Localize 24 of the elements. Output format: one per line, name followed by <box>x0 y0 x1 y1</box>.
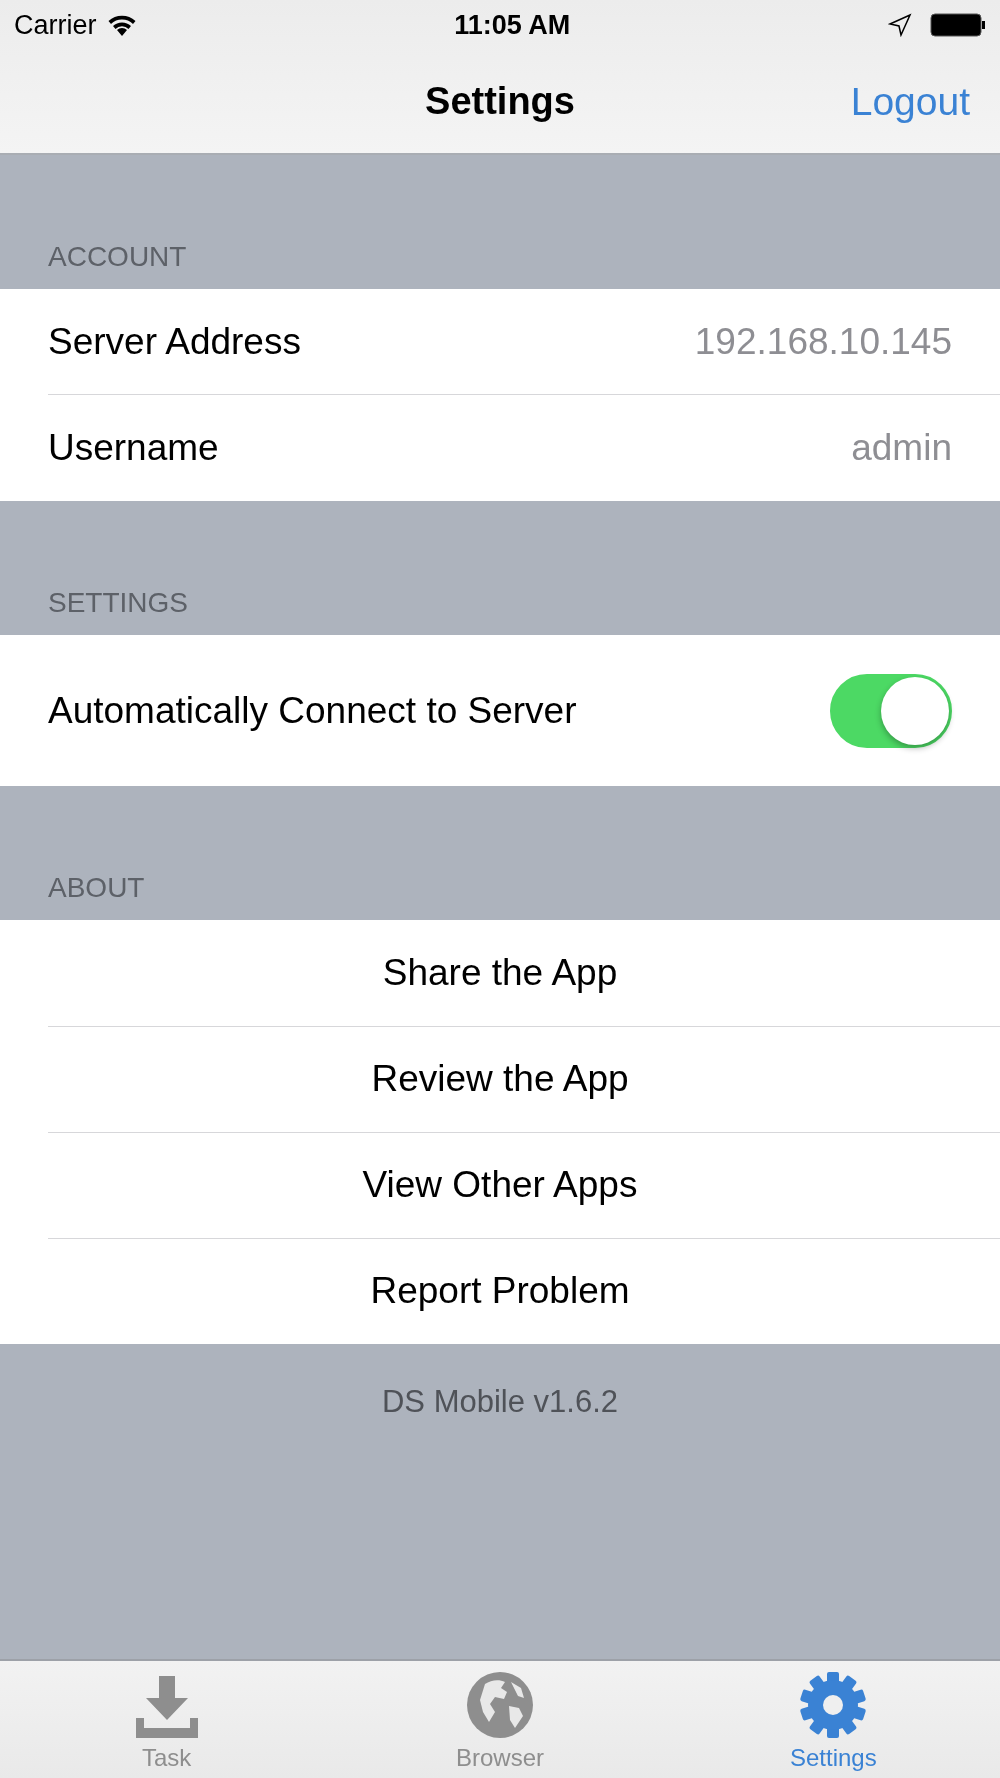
section-header: SETTINGS <box>48 587 188 619</box>
battery-icon <box>930 13 986 37</box>
gear-icon <box>798 1670 869 1740</box>
row-label: Server Address <box>48 320 301 363</box>
row-value: 192.168.10.145 <box>694 320 952 363</box>
row-value: admin <box>851 427 952 469</box>
location-arrow-icon <box>888 13 912 37</box>
row-label: Username <box>48 427 219 469</box>
section-header: ACCOUNT <box>48 241 187 273</box>
action-item[interactable]: View Other Apps <box>362 1164 638 1206</box>
row-label: Automatically Connect to Server <box>48 689 577 732</box>
nav-title: Settings <box>425 80 575 123</box>
logout-link[interactable]: Logout <box>850 79 970 124</box>
carrier-label: Carrier <box>14 9 97 41</box>
globe-icon <box>465 1670 535 1740</box>
action-item[interactable]: Review the App <box>371 1058 629 1100</box>
status-time: 11:05 AM <box>454 9 571 41</box>
download-icon <box>133 1674 200 1740</box>
action-item[interactable]: Report Problem <box>370 1270 630 1312</box>
toggle-switch[interactable] <box>830 673 952 748</box>
action-item[interactable]: Share the App <box>382 952 618 994</box>
section-header: ABOUT <box>48 872 145 904</box>
version-text: DS Mobile v1.6.2 <box>381 1384 619 1421</box>
wifi-icon <box>106 14 137 36</box>
